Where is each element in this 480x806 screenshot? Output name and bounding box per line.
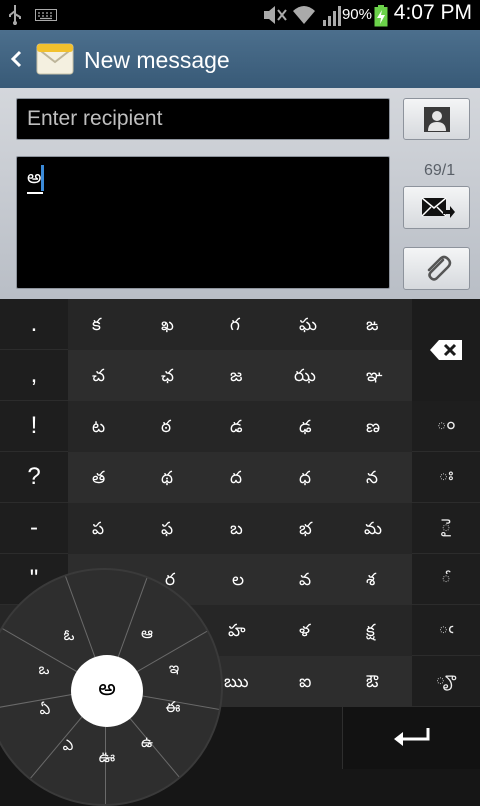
key-consonant[interactable]: త <box>92 468 105 492</box>
key-vowel-sign[interactable]: ః <box>412 452 480 503</box>
compose-area: అ 69/1 <box>0 88 480 299</box>
key-consonant[interactable]: ఔ <box>366 672 378 696</box>
key-consonant[interactable]: ఐ <box>299 672 311 696</box>
messaging-envelope-icon[interactable] <box>36 40 74 78</box>
key-vowel-sign[interactable]: ై <box>412 503 480 554</box>
key-consonant[interactable]: డ <box>230 417 243 441</box>
radial-vowel[interactable]: ఇ <box>161 659 187 681</box>
key-consonant[interactable]: ల <box>232 570 244 594</box>
key-vowel-sign[interactable]: ఁ <box>412 605 480 656</box>
key-vowel-sign[interactable]: ౄ <box>412 656 480 707</box>
key-consonant[interactable]: వ <box>299 570 311 594</box>
recipient-input[interactable] <box>17 99 389 139</box>
enter-arrow-icon <box>393 728 429 746</box>
key-consonant[interactable]: ఝ <box>294 366 316 390</box>
send-message-icon <box>421 197 455 218</box>
key-consonant[interactable]: థ <box>161 468 173 492</box>
radial-vowel[interactable]: ఉ <box>134 733 160 755</box>
key-vowel-sign[interactable]: ౕ <box>412 554 480 605</box>
consonant-row: క ఖ గ ఘ ఙ <box>68 299 412 351</box>
radial-vowel[interactable]: ఈ <box>160 698 186 720</box>
key-consonant[interactable]: ళ <box>299 621 310 645</box>
key-consonant[interactable]: ప <box>92 519 104 543</box>
action-bar: New message <box>0 30 480 89</box>
radial-center-key[interactable]: అ <box>71 655 143 727</box>
key-hyphen[interactable]: - <box>0 503 68 554</box>
battery-charging-icon <box>374 5 388 27</box>
clock: 4:07 PM <box>393 1 472 24</box>
key-consonant[interactable]: ఙ <box>366 315 378 339</box>
radial-vowel[interactable]: ఏ <box>32 700 58 722</box>
char-counter: 69/1 <box>424 162 456 179</box>
key-consonant[interactable]: ణ <box>366 417 380 441</box>
key-exclamation[interactable]: ! <box>0 401 68 452</box>
radial-vowel[interactable]: ఊ <box>94 748 120 770</box>
send-button[interactable] <box>403 186 470 229</box>
attach-button[interactable] <box>403 247 470 290</box>
key-consonant[interactable]: బ <box>230 519 243 543</box>
contact-button[interactable] <box>403 98 470 140</box>
key-consonant[interactable]: భ <box>299 519 312 543</box>
key-consonant[interactable]: ద <box>230 468 242 492</box>
consonant-row: ప ఫ బ భ మ <box>68 503 412 555</box>
status-bar: 90% 4:07 PM <box>0 0 480 30</box>
backspace-icon <box>430 340 462 360</box>
signal-icon <box>323 6 341 26</box>
key-consonant[interactable]: ఋ <box>224 672 249 696</box>
radial-vowel[interactable]: ఒ <box>31 660 57 682</box>
key-consonant[interactable]: జ <box>230 366 242 390</box>
text-cursor <box>41 165 44 191</box>
key-consonant[interactable]: ఫ <box>161 519 173 543</box>
page-title: New message <box>84 47 230 73</box>
contact-icon <box>424 107 450 132</box>
paperclip-icon <box>427 255 452 281</box>
key-comma[interactable]: , <box>0 350 68 401</box>
keyboard-icon <box>35 9 57 21</box>
key-consonant[interactable]: హ <box>228 621 246 645</box>
key-consonant[interactable]: ట <box>92 417 105 441</box>
key-consonant[interactable]: ఢ <box>299 417 312 441</box>
key-consonant[interactable]: ధ <box>299 468 311 492</box>
consonant-row: ట ఠ డ ఢ ణ <box>68 401 412 453</box>
message-field[interactable]: అ <box>16 156 390 289</box>
radial-vowel[interactable]: ఆ <box>134 624 160 646</box>
key-consonant[interactable]: క <box>92 315 101 339</box>
radial-vowel[interactable]: ఎ <box>55 736 81 758</box>
key-consonant[interactable]: క్ష <box>366 621 375 645</box>
key-consonant[interactable]: ఖ <box>161 315 174 339</box>
key-period[interactable]: . <box>0 299 68 350</box>
key-consonant[interactable]: న <box>366 468 378 492</box>
chevron-left-icon[interactable] <box>10 50 22 68</box>
key-consonant[interactable]: మ <box>364 519 382 543</box>
key-consonant[interactable]: శ <box>366 570 375 594</box>
key-consonant[interactable]: చ <box>92 366 105 390</box>
key-question[interactable]: ? <box>0 452 68 503</box>
consonant-row: చ ఛ జ ఝ ఞ <box>68 350 412 402</box>
silent-mode-icon <box>264 6 287 24</box>
key-consonant[interactable]: గ <box>230 315 240 339</box>
key-consonant[interactable]: ఛ <box>161 366 174 390</box>
key-vowel-sign[interactable]: ం <box>412 401 480 452</box>
consonant-row: త థ ద ధ న <box>68 452 412 504</box>
recipient-field[interactable] <box>16 98 390 140</box>
key-consonant[interactable]: ఠ <box>161 417 171 441</box>
radial-vowel[interactable]: ఓ <box>56 626 82 648</box>
wifi-icon <box>293 6 315 24</box>
battery-percent: 90% <box>341 6 372 23</box>
usb-icon <box>9 5 21 25</box>
key-consonant[interactable]: ఘ <box>299 315 317 339</box>
key-enter[interactable] <box>342 707 480 769</box>
key-backspace[interactable] <box>412 299 480 401</box>
key-consonant[interactable]: ఞ <box>366 366 383 390</box>
